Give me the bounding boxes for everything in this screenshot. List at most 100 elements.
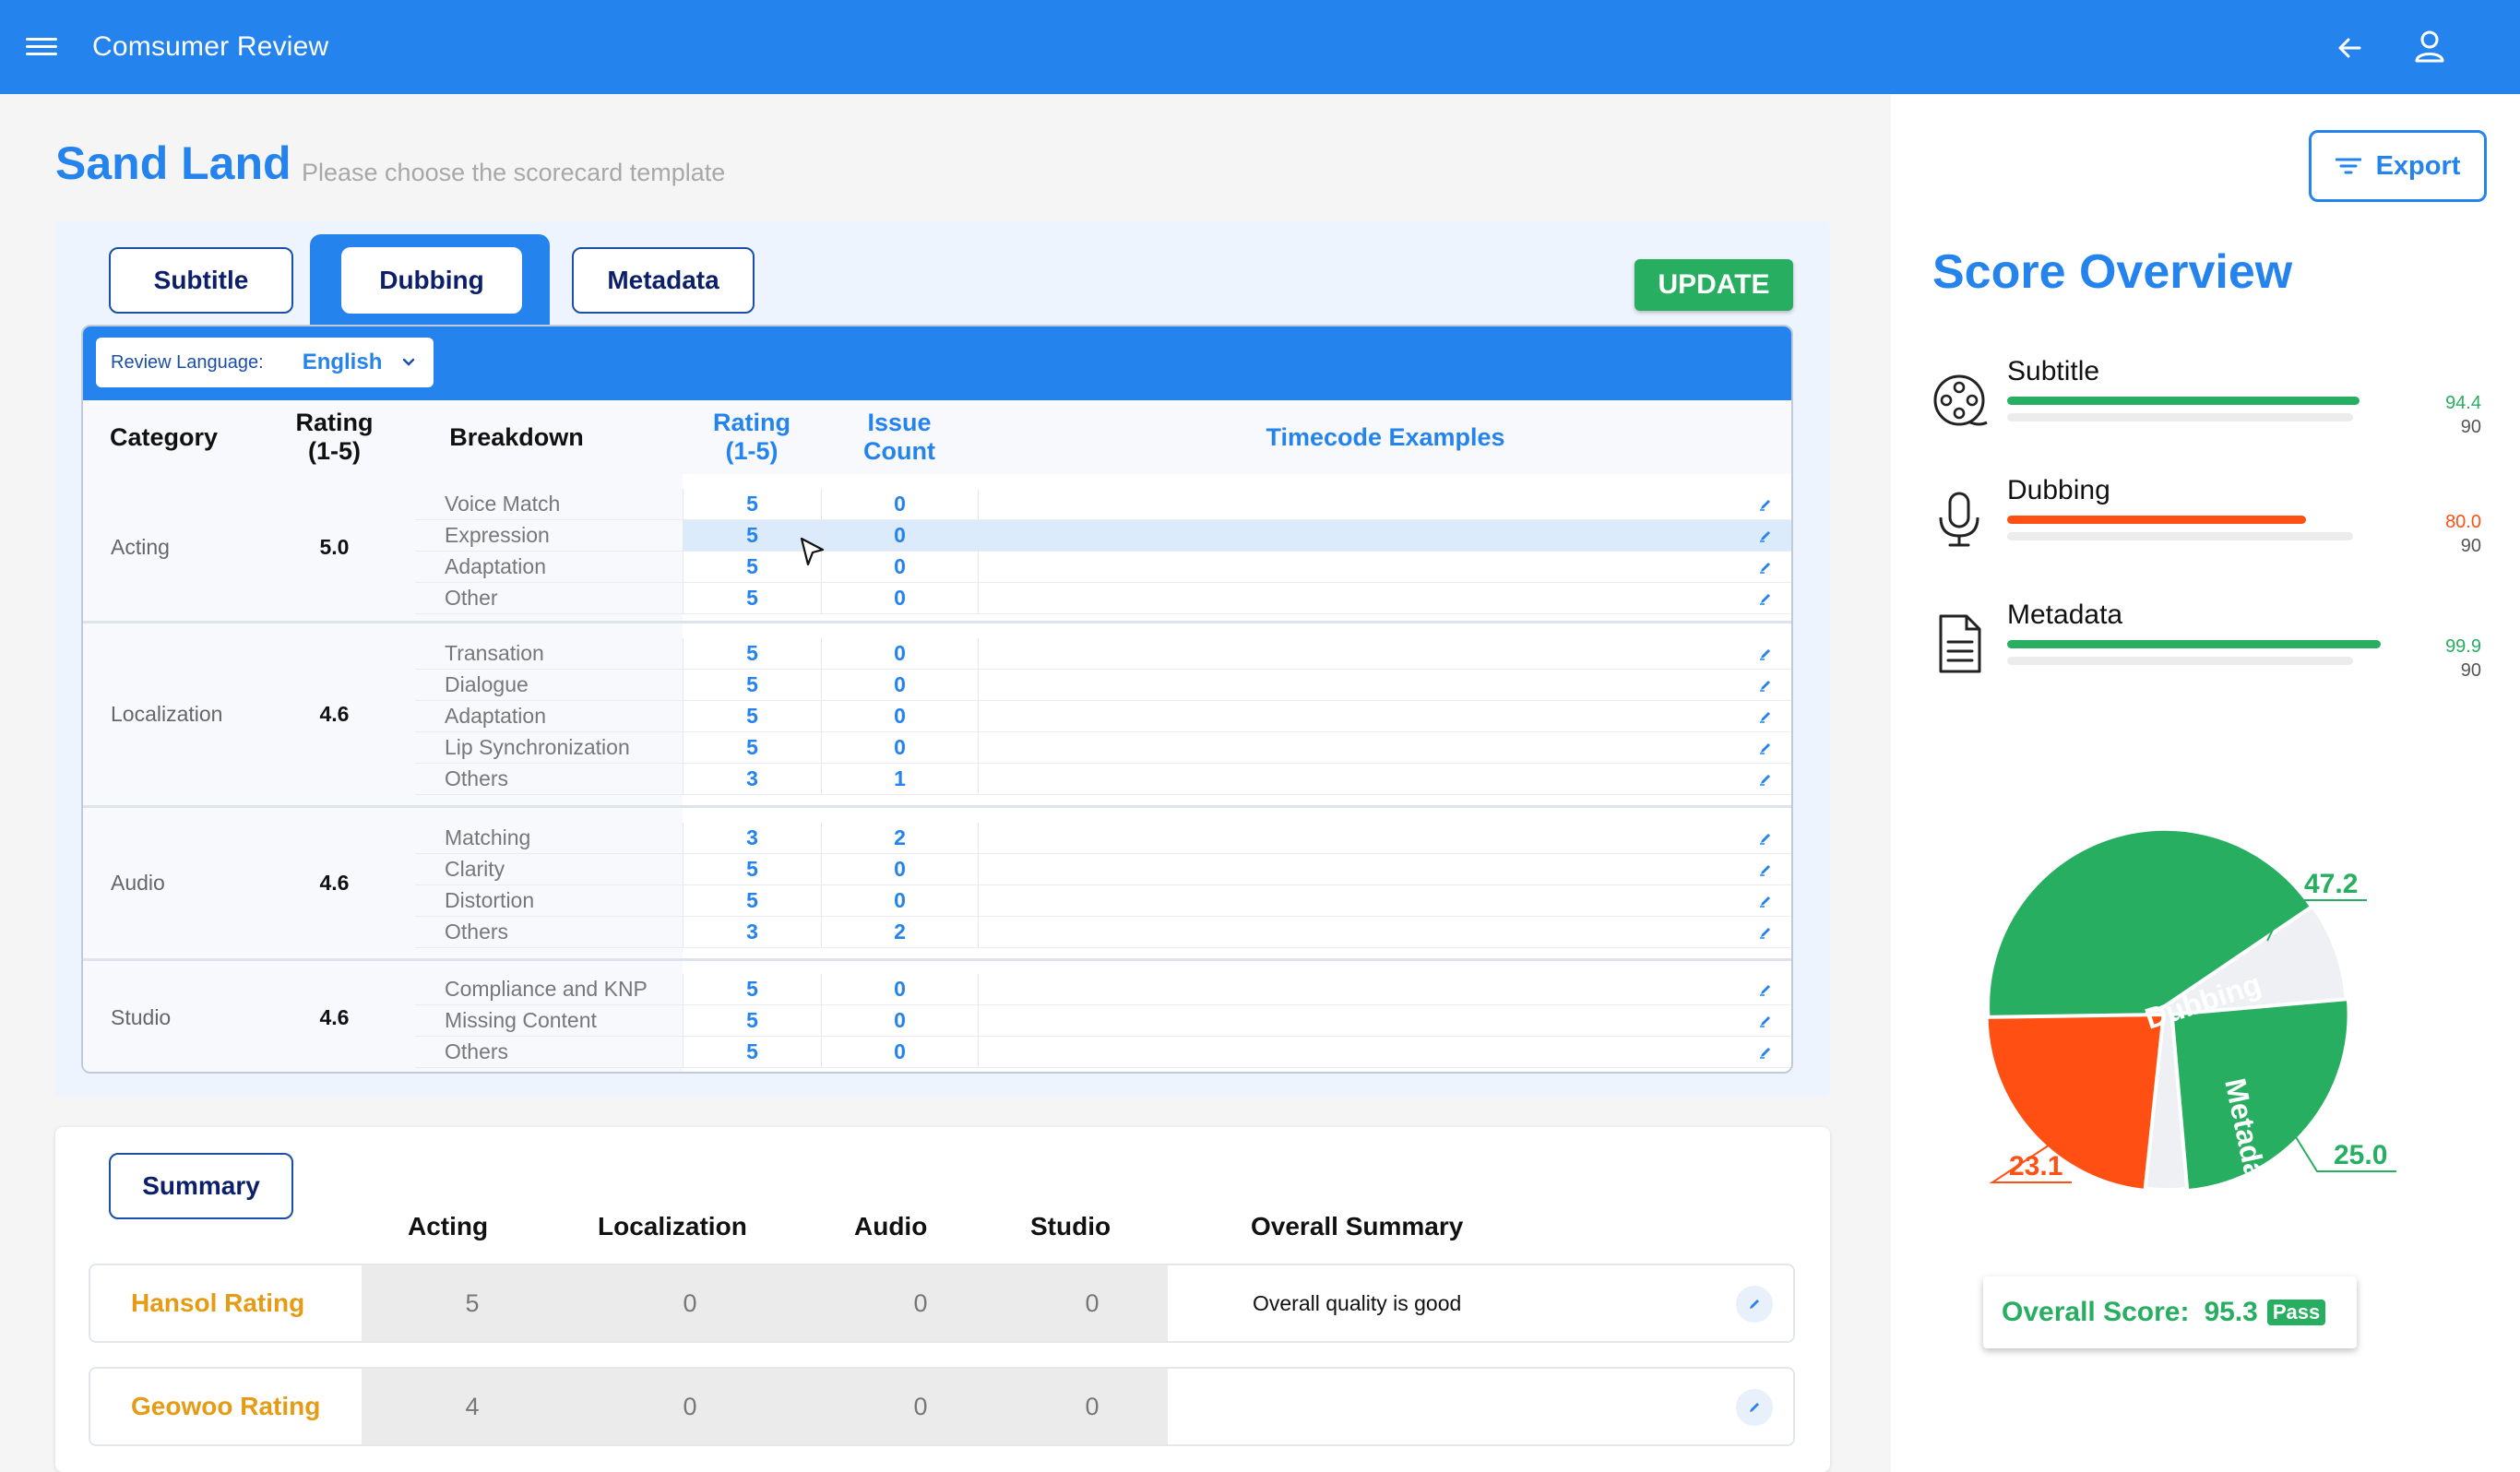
timecode-cell[interactable] — [978, 1037, 1791, 1068]
breakdown-name: Adaptation — [415, 701, 683, 732]
issue-count[interactable]: 0 — [821, 732, 978, 764]
pencil-icon[interactable] — [1758, 982, 1773, 997]
pencil-icon[interactable] — [1758, 528, 1773, 543]
breakdown-rating[interactable]: 5 — [683, 732, 821, 764]
table-row[interactable]: Adaptation 5 0 — [415, 701, 1791, 732]
timecode-cell[interactable] — [978, 489, 1791, 520]
pencil-icon — [1750, 1403, 1759, 1412]
table-row[interactable]: Missing Content 5 0 — [415, 1005, 1791, 1037]
table-row[interactable]: Distortion 5 0 — [415, 885, 1791, 917]
table-row[interactable]: Adaptation 5 0 — [415, 552, 1791, 583]
pencil-icon[interactable] — [1758, 709, 1773, 724]
category-rating: 4.6 — [254, 808, 415, 958]
timecode-cell[interactable] — [978, 1005, 1791, 1037]
timecode-cell[interactable] — [978, 583, 1791, 614]
issue-count[interactable]: 0 — [821, 583, 978, 614]
update-button[interactable]: UPDATE — [1634, 259, 1793, 311]
edit-summary-button[interactable] — [1736, 1389, 1773, 1426]
table-row[interactable]: Compliance and KNP 5 0 — [415, 974, 1791, 1005]
issue-count[interactable]: 1 — [821, 764, 978, 795]
issue-count[interactable]: 0 — [821, 638, 978, 670]
pencil-icon[interactable] — [1758, 831, 1773, 846]
table-row[interactable]: Others 3 2 — [415, 917, 1791, 948]
breakdown-rating[interactable]: 5 — [683, 854, 821, 885]
table-row[interactable]: Expression 5 0 — [415, 520, 1791, 552]
issue-count[interactable]: 0 — [821, 974, 978, 1005]
pencil-icon[interactable] — [1758, 894, 1773, 908]
tab-summary[interactable]: Summary — [109, 1153, 293, 1219]
issue-count[interactable]: 2 — [821, 823, 978, 854]
pencil-icon[interactable] — [1758, 560, 1773, 575]
issue-count[interactable]: 0 — [821, 1005, 978, 1037]
breakdown-rating[interactable]: 5 — [683, 583, 821, 614]
issue-count[interactable]: 0 — [821, 885, 978, 917]
score-label: Subtitle — [2007, 356, 2100, 386]
table-row[interactable]: Dialogue 5 0 — [415, 670, 1791, 701]
issue-count[interactable]: 0 — [821, 854, 978, 885]
user-icon[interactable] — [2409, 26, 2450, 66]
pencil-icon[interactable] — [1758, 591, 1773, 606]
pencil-icon[interactable] — [1758, 1014, 1773, 1028]
breakdown-rating[interactable]: 5 — [683, 885, 821, 917]
pencil-icon[interactable] — [1758, 647, 1773, 661]
breakdown-rating[interactable]: 3 — [683, 764, 821, 795]
timecode-cell[interactable] — [978, 974, 1791, 1005]
tab-subtitle[interactable]: Subtitle — [109, 247, 293, 314]
review-language-select[interactable]: Review Language: English — [96, 338, 434, 387]
table-row[interactable]: Clarity 5 0 — [415, 854, 1791, 885]
breakdown-rating[interactable]: 5 — [683, 701, 821, 732]
timecode-cell[interactable] — [978, 823, 1791, 854]
table-row[interactable]: Matching 3 2 — [415, 823, 1791, 854]
edit-summary-button[interactable] — [1736, 1286, 1773, 1323]
score-pie-chart: 47.2Subtitle25.0Metadata23.1Dubbing — [1891, 775, 2520, 1217]
pencil-icon[interactable] — [1758, 862, 1773, 877]
breakdown-rating[interactable]: 5 — [683, 489, 821, 520]
timecode-cell[interactable] — [978, 670, 1791, 701]
menu-icon[interactable] — [26, 33, 57, 61]
table-row[interactable]: Other 5 0 — [415, 583, 1791, 614]
table-row[interactable]: Others 3 1 — [415, 764, 1791, 795]
back-arrow-icon[interactable] — [2332, 30, 2369, 66]
breakdown-name: Clarity — [415, 854, 683, 885]
timecode-cell[interactable] — [978, 764, 1791, 795]
breakdown-rating[interactable]: 3 — [683, 917, 821, 948]
timecode-cell[interactable] — [978, 885, 1791, 917]
breakdown-rating[interactable]: 5 — [683, 1037, 821, 1068]
table-row[interactable]: Others 5 0 — [415, 1037, 1791, 1068]
breakdown-rating[interactable]: 5 — [683, 638, 821, 670]
table-row[interactable]: Lip Synchronization 5 0 — [415, 732, 1791, 764]
pencil-icon[interactable] — [1758, 772, 1773, 787]
issue-count[interactable]: 0 — [821, 489, 978, 520]
timecode-cell[interactable] — [978, 552, 1791, 583]
timecode-cell[interactable] — [978, 638, 1791, 670]
overall-score-value: 95.3 — [2204, 1297, 2258, 1327]
timecode-cell[interactable] — [978, 854, 1791, 885]
breakdown-rating[interactable]: 5 — [683, 974, 821, 1005]
issue-count[interactable]: 0 — [821, 670, 978, 701]
summary-value: 0 — [683, 1288, 697, 1317]
timecode-cell[interactable] — [978, 701, 1791, 732]
table-row[interactable]: Voice Match 5 0 — [415, 489, 1791, 520]
issue-count[interactable]: 2 — [821, 917, 978, 948]
tab-metadata[interactable]: Metadata — [572, 247, 755, 314]
microphone-icon — [1939, 492, 1979, 547]
tab-dubbing[interactable]: Dubbing — [341, 247, 522, 314]
breakdown-rating[interactable]: 3 — [683, 823, 821, 854]
issue-count[interactable]: 0 — [821, 701, 978, 732]
export-button[interactable]: Export — [2309, 130, 2487, 202]
pencil-icon[interactable] — [1758, 678, 1773, 693]
breakdown-rating[interactable]: 5 — [683, 670, 821, 701]
issue-count[interactable]: 0 — [821, 520, 978, 552]
table-row[interactable]: Transation 5 0 — [415, 638, 1791, 670]
timecode-cell[interactable] — [978, 732, 1791, 764]
pencil-icon[interactable] — [1758, 497, 1773, 512]
breakdown-rating[interactable]: 5 — [683, 1005, 821, 1037]
breakdown-name: Lip Synchronization — [415, 732, 683, 764]
issue-count[interactable]: 0 — [821, 1037, 978, 1068]
pencil-icon[interactable] — [1758, 925, 1773, 940]
pencil-icon[interactable] — [1758, 741, 1773, 755]
pencil-icon[interactable] — [1758, 1045, 1773, 1060]
timecode-cell[interactable] — [978, 917, 1791, 948]
timecode-cell[interactable] — [978, 520, 1791, 552]
issue-count[interactable]: 0 — [821, 552, 978, 583]
